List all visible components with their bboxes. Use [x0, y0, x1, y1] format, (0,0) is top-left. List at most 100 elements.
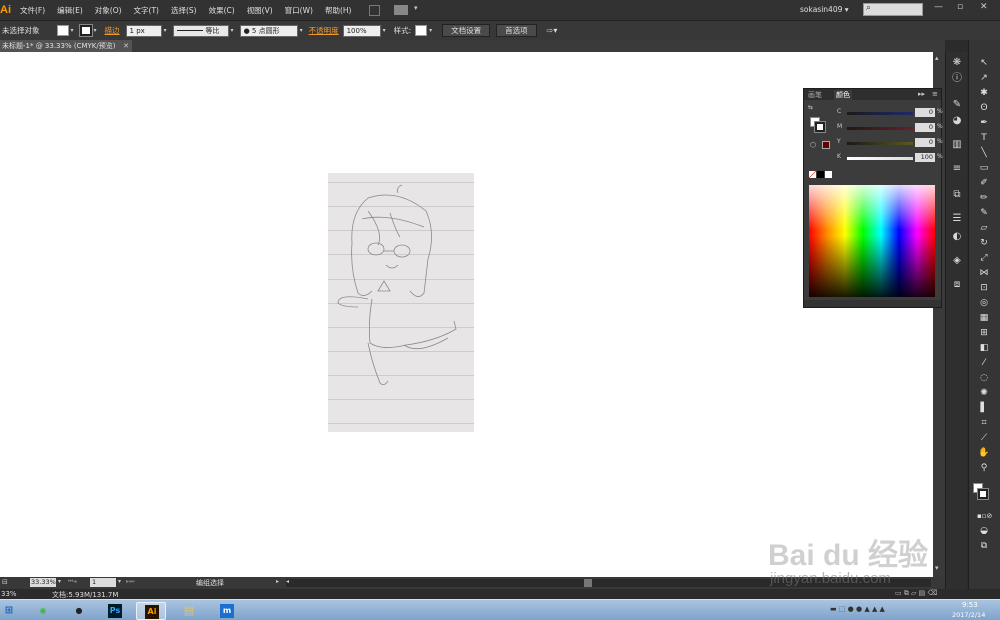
direct-selection-tool-icon[interactable]: ↗ [977, 72, 991, 85]
tool-stroke-swatch[interactable] [977, 488, 989, 500]
taskbar-app-explorer[interactable]: ▤ [174, 602, 204, 620]
start-button[interactable]: ⊞ [0, 602, 20, 620]
rotate-tool-icon[interactable]: ↻ [977, 237, 991, 250]
menu-select[interactable]: 选择(S) [171, 5, 197, 16]
preferences-button[interactable]: 首选项 [496, 24, 537, 37]
white-swatch[interactable] [825, 171, 832, 178]
blend-tool-icon[interactable]: ◌ [977, 372, 991, 385]
eyedropper-tool-icon[interactable]: ⁄ [977, 357, 991, 370]
clock-date[interactable]: 2017/2/14 [952, 611, 985, 619]
channel-y-value[interactable]: 0 [915, 138, 935, 147]
channel-m-value[interactable]: 0 [915, 123, 935, 132]
artboard-tool-icon[interactable]: ⌗ [977, 417, 991, 430]
system-tray-icons[interactable]: ▬ ⬚ ● ● ▲ ▲ ▲ [830, 605, 885, 613]
stroke-swatch[interactable] [78, 24, 93, 37]
mesh-tool-icon[interactable]: ⊞ [977, 327, 991, 340]
menu-effect[interactable]: 效果(C) [209, 5, 235, 16]
first-artboard-icon[interactable]: ⏮◂ [68, 578, 76, 586]
artboard-dropdown-icon[interactable]: ▾ [118, 578, 121, 585]
clock-time[interactable]: 9:53 [962, 601, 978, 609]
panel-menu-icon[interactable]: ≡ [932, 90, 938, 98]
blob-brush-tool-icon[interactable]: ✎ [977, 207, 991, 220]
menu-help[interactable]: 帮助(H) [325, 5, 352, 16]
status-menu-icon[interactable]: ▸ [276, 578, 279, 585]
type-tool-icon[interactable]: T [977, 132, 991, 145]
zoom-dropdown-icon[interactable]: ▾ [58, 578, 61, 585]
menu-type[interactable]: 文字(T) [134, 5, 159, 16]
menu-window[interactable]: 窗口(W) [285, 5, 313, 16]
taskbar-app-illustrator[interactable]: Ai [136, 602, 166, 620]
width-tool-icon[interactable]: ⋈ [977, 267, 991, 280]
channel-k-slider[interactable] [847, 157, 913, 160]
stroke-dropdown-icon[interactable]: ▾ [94, 27, 97, 34]
rectangle-tool-icon[interactable]: ▭ [977, 162, 991, 175]
stroke-profile-dropdown-icon[interactable]: ▾ [231, 27, 234, 34]
taskbar-app-qq[interactable]: ● [64, 602, 94, 620]
align-icon[interactable]: ≡ [950, 162, 964, 176]
tab-brushes[interactable]: 画笔 [808, 90, 822, 100]
arrange-documents-icon[interactable]: ⇨▾ [547, 26, 558, 35]
horizontal-scroll-thumb[interactable] [584, 579, 592, 587]
pencil-tool-icon[interactable]: ✏ [977, 192, 991, 205]
screen-mode-icon[interactable]: ⧉ [977, 540, 991, 553]
layer-actions-icons[interactable]: ▭ ⧉ ▱ ▤ ⌫ [895, 589, 937, 598]
gradient-tool-icon[interactable]: ◧ [977, 342, 991, 355]
color-spectrum[interactable] [809, 185, 935, 297]
stroke-weight-dropdown-icon[interactable]: ▾ [164, 27, 167, 34]
horizontal-scrollbar[interactable]: ◂ [286, 578, 931, 587]
selection-tool-icon[interactable]: ↖ [977, 57, 991, 70]
channel-m-slider[interactable] [847, 127, 913, 130]
pen-tool-icon[interactable]: ✒ [977, 117, 991, 130]
taskbar-app-wechat[interactable]: ◉ [28, 602, 58, 620]
zoom-tool-icon[interactable]: ⚲ [977, 462, 991, 475]
scroll-left-icon[interactable]: ◂ [286, 578, 289, 585]
swap-colors-icon[interactable]: ⇆ [808, 104, 813, 111]
color-guide-icon[interactable]: ❋ [950, 56, 964, 70]
stroke-panel-icon[interactable]: ☰ [950, 212, 964, 226]
close-tab-icon[interactable]: ✕ [123, 40, 129, 52]
out-of-gamut-icon[interactable]: ⬡ [810, 141, 816, 149]
fill-swatch[interactable] [56, 25, 69, 36]
fill-dropdown-icon[interactable]: ▾ [71, 27, 74, 34]
scroll-down-icon[interactable]: ▾ [935, 564, 939, 572]
taskbar-app-maxthon[interactable]: m [212, 602, 242, 620]
menu-view[interactable]: 视图(V) [247, 5, 273, 16]
brush-dropdown-icon[interactable]: ▾ [300, 27, 303, 34]
paintbrush-tool-icon[interactable]: ✐ [977, 177, 991, 190]
magic-wand-tool-icon[interactable]: ✱ [977, 87, 991, 100]
color-panel-resize-bar[interactable] [804, 300, 941, 307]
stroke-profile-field[interactable]: 等比 [172, 24, 229, 37]
layers-icon[interactable]: ◈ [950, 254, 964, 268]
eraser-tool-icon[interactable]: ▱ [977, 222, 991, 235]
color-panel-icon[interactable]: ◕ [950, 114, 964, 128]
opacity-dropdown-icon[interactable]: ▾ [383, 27, 386, 34]
black-swatch[interactable] [817, 171, 824, 178]
channel-k-value[interactable]: 100 [915, 153, 935, 162]
menu-edit[interactable]: 编辑(E) [57, 5, 83, 16]
user-account[interactable]: sokasin409 ▾ [800, 5, 849, 14]
channel-y-slider[interactable] [847, 142, 913, 145]
document-setup-button[interactable]: 文档设置 [442, 24, 491, 37]
channel-c-value[interactable]: 0 [915, 108, 935, 117]
restore-button[interactable]: ▫ [957, 2, 963, 12]
menu-file[interactable]: 文件(F) [20, 5, 45, 16]
tab-color[interactable]: 颜色 [834, 90, 852, 100]
menu-object[interactable]: 对象(O) [95, 5, 122, 16]
appearance-icon[interactable]: ◐ [950, 230, 964, 244]
scroll-up-icon[interactable]: ▴ [935, 54, 939, 62]
hand-tool-icon[interactable]: ✋ [977, 447, 991, 460]
artboards-icon[interactable]: ⧈ [950, 278, 964, 292]
lasso-tool-icon[interactable]: ʘ [977, 102, 991, 115]
transform-icon[interactable]: ⧉ [950, 188, 964, 202]
info-icon[interactable]: ⓘ [950, 72, 964, 86]
brushes-icon[interactable]: ✎ [950, 98, 964, 112]
document-tab[interactable]: 未标题-1* @ 33.33% (CMYK/预览) ✕ [0, 40, 132, 52]
color-mode-icons[interactable]: ▪▫⊘ [977, 510, 992, 523]
last-color-swatch[interactable] [822, 141, 830, 149]
minimize-button[interactable]: — [934, 2, 943, 12]
search-input[interactable] [863, 3, 923, 16]
brush-field[interactable]: ● 5 点圆形 [239, 24, 298, 37]
shape-builder-tool-icon[interactable]: ◎ [977, 297, 991, 310]
collapse-panel-icon[interactable]: ▸▸ [918, 90, 925, 98]
color-panel[interactable]: 画笔 颜色 ▸▸ ≡ ⇆ ⬡ C 0 % M 0 % Y 0 % K 100 % [803, 88, 943, 308]
